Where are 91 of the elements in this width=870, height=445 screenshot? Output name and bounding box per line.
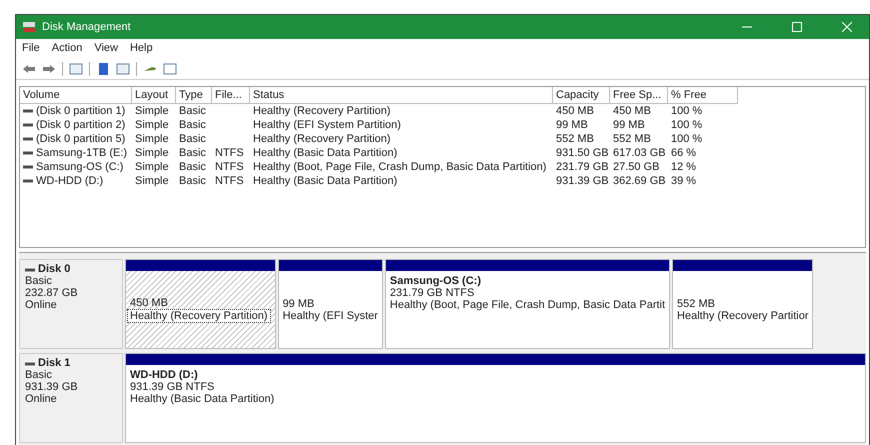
table-cell-text: Healthy (Recovery Partition) [252,132,392,146]
table-cell-text: 931.39 GB [555,174,610,188]
volume-name: (Disk 0 partition 5) [36,133,126,145]
disk-name: Disk 0 [25,263,117,275]
panel-icon[interactable] [116,63,130,75]
volume-name: WD-HDD (D:) [36,175,104,187]
volume-name: (Disk 0 partition 2) [36,119,126,131]
table-cell-text: 617.03 GB [612,146,667,160]
disk-name: Disk 1 [25,357,117,369]
table-cell-text: 66 % [670,146,698,160]
table-cell-text: 99 MB [612,118,646,132]
column-header[interactable]: Free Sp... [610,87,668,104]
partition-block[interactable]: Samsung-OS (C:) 231.79 GB NTFS Healthy (Boot, Page File, Crash Dump, Basic Data Partit [384,259,670,349]
partition-name: Samsung-OS (C:) [390,275,482,287]
back-icon[interactable] [22,63,36,75]
table-cell-text: 100 % [670,118,704,132]
table-cell-text: 450 MB [555,104,595,118]
table-cell-text: Simple [134,146,170,160]
partition-size: 450 MB [130,296,169,308]
column-header[interactable]: Layout [132,87,176,104]
partition-size: 231.79 GB NTFS [390,287,476,299]
partition-status: Healthy (Boot, Page File, Crash Dump, Basic Data Partit [390,299,666,311]
maximize-icon [792,22,802,32]
column-header[interactable]: File... [212,87,250,104]
table-cell-text: Healthy (Basic Data Partition) [252,174,398,188]
table-cell-text: Basic [178,160,207,174]
table-cell-text: Healthy (Recovery Partition) [252,104,392,118]
table-cell-text: 552 MB [555,132,595,146]
disk-state: Online [25,393,58,405]
menu-item[interactable]: Help [130,42,153,56]
disk-state: Online [25,299,58,311]
window-icon[interactable] [163,63,177,75]
table-cell-text: Basic [178,174,207,188]
volume-name: Samsung-OS (C:) [36,161,124,173]
table-cell-text: 450 MB [612,104,652,118]
menu-item[interactable]: View [94,42,118,56]
table-cell-text: Simple [134,174,170,188]
table-cell-text: 27.50 GB [612,160,660,174]
window-title: Disk Management [42,21,132,33]
table-cell-text: Basic [178,132,207,146]
volume-name: (Disk 0 partition 1) [36,105,126,117]
table-cell-text: Simple [134,118,170,132]
disk-size: 931.39 GB [25,381,79,393]
partition-size: 931.39 GB NTFS [130,381,216,393]
table-cell-text: Basic [178,118,207,132]
column-header[interactable]: Volume [20,87,132,104]
column-header[interactable]: Status [250,87,553,104]
table-cell-text: 39 % [670,174,698,188]
table-cell-text: 231.79 GB [555,160,610,174]
partition-name: WD-HDD (D:) [130,369,199,381]
column-header[interactable]: Type [176,87,212,104]
partition-block[interactable]: WD-HDD (D:) 931.39 GB NTFS Healthy (Basic Data Partition) [125,353,866,443]
partition-block[interactable]: 552 MB Healthy (Recovery Partitior [672,259,814,349]
partition-size: 552 MB [677,298,716,310]
table-cell-text: 99 MB [555,118,589,132]
menu-item[interactable]: File [22,42,40,56]
disk-icon [22,21,36,33]
forward-icon[interactable] [42,63,56,75]
close-icon [842,22,852,32]
table-cell-text: Simple [134,132,170,146]
table-cell-text: 100 % [670,104,704,118]
table-cell-text: 362.69 GB [612,174,667,188]
table-cell-text: 931.50 GB [555,146,610,160]
partition-block[interactable]: 450 MB Healthy (Recovery Partition) [125,259,276,349]
table-cell-text: Simple [134,104,170,118]
table-cell-text: Basic [178,104,207,118]
disk-type: Basic [25,275,53,287]
partition-block[interactable]: 99 MB Healthy (EFI Syster [278,259,383,349]
table-cell-text: Healthy (EFI System Partition) [252,118,402,132]
table-cell-text: NTFS [214,160,245,174]
disk-size: 232.87 GB [25,287,79,299]
table-cell-text: NTFS [214,146,245,160]
table-cell-text: 12 % [670,160,698,174]
table-cell-text: 100 % [670,132,704,146]
partition-status: Healthy (Recovery Partitior [677,310,808,322]
column-header[interactable]: Capacity [553,87,610,104]
table-cell-text: Simple [134,160,170,174]
table-cell-text: NTFS [214,174,245,188]
table-cell-text: Healthy (Boot, Page File, Crash Dump, Basic Data Partition) [252,160,548,174]
disk-type: Basic [25,369,53,381]
partition-status: Healthy (EFI Syster [282,310,378,322]
column-header[interactable]: % Free [668,87,738,104]
table-cell-text: Healthy (Basic Data Partition) [252,146,398,160]
table-cell-text: 552 MB [612,132,652,146]
menu-item[interactable]: Action [52,42,82,56]
volume-name: Samsung-1TB (E:) [36,147,128,159]
panel-icon[interactable] [69,63,83,75]
table-cell-text: Basic [178,146,207,160]
partition-status: Healthy (Basic Data Partition) [130,393,276,405]
partition-status: Healthy (Recovery Partition) [127,308,271,322]
partition-size: 99 MB [282,298,316,310]
